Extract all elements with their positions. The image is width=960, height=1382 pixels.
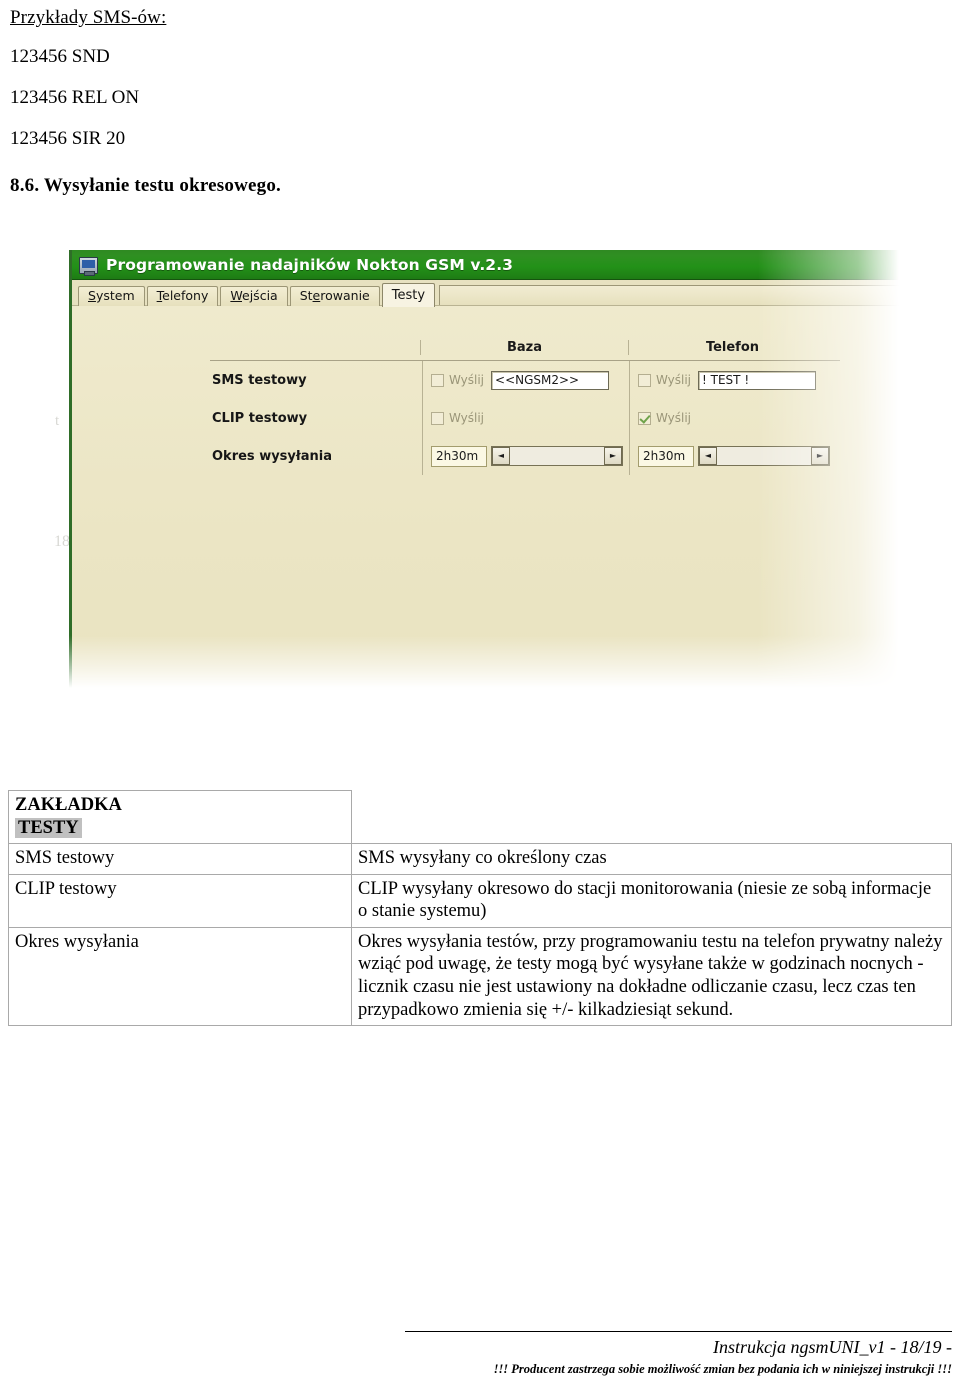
form-row-clip-testowy: CLIP testowy Wyślij Wyślij bbox=[210, 399, 840, 437]
app-window: Programowanie nadajników Nokton GSM v.2.… bbox=[69, 250, 899, 689]
tab-sterowanie-label: rowanie bbox=[320, 287, 370, 303]
checkbox-label: Wyślij bbox=[449, 411, 485, 425]
checkbox-telefon-sms-wyslij[interactable]: Wyślij bbox=[638, 373, 691, 387]
row-label-okres-wysylania: Okres wysyłania bbox=[212, 448, 332, 464]
scrollbar-baza-okres[interactable]: ◄ ► bbox=[491, 446, 623, 466]
table-header-empty-cell bbox=[351, 790, 952, 845]
table-term-sms-testowy: SMS testowy bbox=[8, 843, 352, 875]
checkbox-telefon-clip-wyslij[interactable]: Wyślij bbox=[638, 411, 691, 425]
table-header-line1: ZAKŁADKA bbox=[15, 795, 122, 815]
table-header-cell: ZAKŁADKA TESTY bbox=[8, 789, 352, 845]
scan-artifact-text: t bbox=[55, 413, 60, 429]
tab-strip-filler bbox=[439, 285, 899, 305]
input-baza-sms-text[interactable]: <<NGSM2>> bbox=[491, 370, 610, 390]
cell-telefon-sms: Wyślij ! TEST ! bbox=[629, 361, 836, 399]
input-baza-okres-value[interactable]: 2h30m bbox=[431, 445, 487, 467]
computer-icon bbox=[79, 256, 98, 276]
scrollbar-telefon-okres[interactable]: ◄ ► bbox=[698, 446, 830, 466]
cell-telefon-clip: Wyślij bbox=[629, 399, 836, 437]
grid-header-row: Baza Telefon bbox=[210, 334, 840, 360]
description-table: ZAKŁADKA TESTY SMS testowy SMS wysyłany … bbox=[8, 789, 952, 1027]
checkbox-label: Wyślij bbox=[656, 373, 692, 387]
checkbox-label: Wyślij bbox=[449, 373, 485, 387]
tab-wejscia[interactable]: Wejścia bbox=[220, 285, 288, 306]
form-row-okres-wysylania: Okres wysyłania 2h30m ◄ ► 2h30m ◄ ► bbox=[210, 437, 840, 475]
sms-example-line: 123456 REL ON bbox=[10, 87, 140, 108]
scroll-left-arrow-icon[interactable]: ◄ bbox=[699, 447, 717, 465]
checkbox-box-icon bbox=[431, 411, 444, 425]
table-row: Okres wysyłania Okres wysyłania testów, … bbox=[8, 926, 952, 1027]
sms-examples-block: Przykłady SMS-ów: 123456 SND 123456 REL … bbox=[10, 8, 510, 170]
tab-strip: System Telefony Wejścia Sterowanie Testy bbox=[72, 280, 899, 307]
cell-telefon-okres: 2h30m ◄ ► bbox=[629, 437, 836, 475]
scroll-right-arrow-icon[interactable]: ► bbox=[811, 447, 829, 465]
column-header-baza: Baza bbox=[420, 339, 628, 355]
input-telefon-sms-text[interactable]: ! TEST ! bbox=[698, 370, 817, 390]
table-header-line2: TESTY bbox=[15, 817, 82, 838]
checkbox-box-icon bbox=[638, 373, 651, 387]
tab-testy[interactable]: Testy bbox=[381, 283, 436, 307]
checkbox-box-icon bbox=[431, 373, 444, 387]
checkbox-baza-sms-wyslij[interactable]: Wyślij bbox=[431, 373, 484, 387]
scan-artifact-text: 18 bbox=[54, 533, 70, 550]
table-row: SMS testowy SMS wysyłany co określony cz… bbox=[8, 843, 952, 875]
cell-baza-sms: Wyślij <<NGSM2>> bbox=[422, 361, 629, 399]
footer-instruction-label: Instrukcja ngsmUNI_v1 - 18/19 - bbox=[713, 1337, 952, 1357]
table-definition-sms-testowy: SMS wysyłany co określony czas bbox=[351, 843, 952, 875]
table-term-clip-testowy: CLIP testowy bbox=[8, 873, 352, 928]
tab-telefony[interactable]: Telefony bbox=[146, 285, 219, 306]
app-screenshot: t 18 Programowanie nadajników Nokton GSM… bbox=[54, 238, 899, 689]
scroll-left-arrow-icon[interactable]: ◄ bbox=[492, 447, 510, 465]
table-row: ZAKŁADKA TESTY bbox=[8, 789, 952, 845]
table-definition-okres-wysylania: Okres wysyłania testów, przy programowan… bbox=[351, 926, 952, 1027]
cell-baza-clip: Wyślij bbox=[422, 399, 629, 437]
window-title-bar: Programowanie nadajników Nokton GSM v.2.… bbox=[72, 250, 899, 280]
checkbox-label: Wyślij bbox=[656, 411, 692, 425]
tab-panel-testy: Baza Telefon SMS testowy Wyślij <<NGSM2>… bbox=[72, 306, 899, 689]
form-row-sms-testowy: SMS testowy Wyślij <<NGSM2>> Wyślij ! TE… bbox=[210, 361, 840, 399]
sms-examples-heading: Przykłady SMS-ów: bbox=[10, 7, 167, 28]
window-title: Programowanie nadajników Nokton GSM v.2.… bbox=[106, 256, 514, 274]
tab-wejscia-label: ejścia bbox=[242, 287, 278, 303]
tab-system-label: ystem bbox=[95, 287, 135, 303]
checkbox-baza-clip-wyslij[interactable]: Wyślij bbox=[431, 411, 484, 425]
tab-sterowanie[interactable]: Sterowanie bbox=[289, 285, 380, 306]
sms-example-line: 123456 SND bbox=[10, 46, 110, 67]
section-heading: 8.6. Wysyłanie testu okresowego. bbox=[10, 175, 281, 196]
row-label-clip-testowy: CLIP testowy bbox=[212, 410, 308, 426]
column-header-telefon: Telefon bbox=[628, 339, 836, 355]
footer-divider bbox=[405, 1331, 952, 1332]
scroll-right-arrow-icon[interactable]: ► bbox=[604, 447, 622, 465]
input-telefon-okres-value[interactable]: 2h30m bbox=[638, 445, 694, 467]
cell-baza-okres: 2h30m ◄ ► bbox=[422, 437, 629, 475]
footer-disclaimer: !!! Producent zastrzega sobie możliwość … bbox=[493, 1362, 952, 1376]
tab-telefony-label: elefony bbox=[162, 287, 209, 303]
sms-example-line: 123456 SIR 20 bbox=[10, 128, 126, 149]
checkbox-checked-icon bbox=[638, 411, 651, 425]
tab-system[interactable]: System bbox=[78, 285, 145, 306]
test-settings-grid: Baza Telefon SMS testowy Wyślij <<NGSM2>… bbox=[210, 334, 840, 475]
table-term-okres-wysylania: Okres wysyłania bbox=[8, 926, 352, 1027]
table-definition-clip-testowy: CLIP wysyłany okresowo do stacji monitor… bbox=[351, 873, 952, 928]
table-row: CLIP testowy CLIP wysyłany okresowo do s… bbox=[8, 873, 952, 928]
row-label-sms-testowy: SMS testowy bbox=[212, 372, 307, 388]
